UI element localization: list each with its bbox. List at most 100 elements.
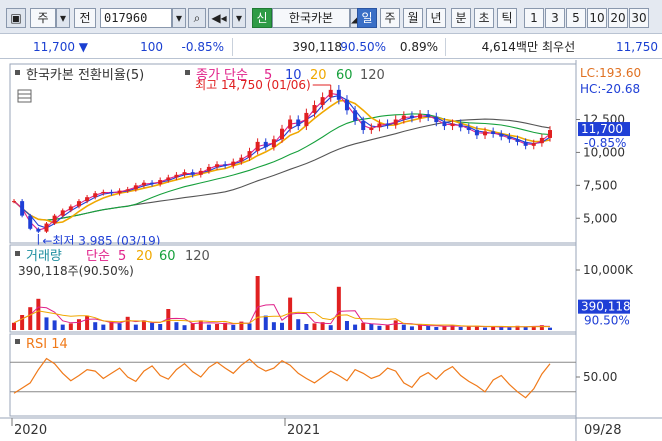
trade-amount: 4,614백만 <box>481 40 538 54</box>
legend-marker-icon <box>15 339 20 344</box>
period-tab-2[interactable]: 월 <box>403 8 423 28</box>
volume-bar <box>255 276 260 330</box>
candle-body <box>539 137 544 144</box>
period-tab-6[interactable]: 틱 <box>497 8 517 28</box>
volume-bar <box>101 324 106 330</box>
volume-bar <box>263 315 268 330</box>
volume-ma-legend-60: 60 <box>159 249 176 264</box>
current-pct-tag: -0.85% <box>584 136 626 150</box>
volume-bar <box>304 324 309 330</box>
volume-bar <box>328 325 333 330</box>
volume-bar <box>466 326 471 330</box>
interval-button-20[interactable]: 20 <box>608 8 628 28</box>
interval-button-5[interactable]: 5 <box>566 8 586 28</box>
period-tab-1[interactable]: 주 <box>380 8 400 28</box>
menu-dropdown-icon[interactable]: ▾ <box>232 8 246 28</box>
interval-button-10[interactable]: 10 <box>587 8 607 28</box>
candle-body <box>52 215 57 224</box>
candle-body <box>182 172 187 175</box>
price-axis-label-2: 7,500 <box>583 178 617 192</box>
panel-frame-2 <box>9 333 577 417</box>
volume-bar <box>369 324 374 330</box>
candle-body <box>93 193 98 198</box>
volume-bar <box>483 327 488 330</box>
speaker-icon[interactable]: ◀◂ <box>208 8 230 28</box>
candle-body <box>434 116 439 123</box>
candle-body <box>523 141 528 146</box>
market-dropdown-icon[interactable]: ▾ <box>56 8 70 28</box>
volume-bar <box>458 327 463 330</box>
x-axis-date: 09/28 <box>584 423 621 438</box>
candle-body <box>361 120 366 131</box>
candle-body <box>12 201 16 203</box>
candle-body <box>353 110 358 121</box>
volume-bar <box>280 322 284 330</box>
period-tab-3[interactable]: 년 <box>426 8 446 28</box>
volume-bar <box>174 322 179 330</box>
volume-bar <box>198 320 203 330</box>
volume-bar <box>401 324 406 330</box>
candle-body <box>304 112 309 127</box>
best-ask-price: 11,750 <box>616 40 658 54</box>
candle-body <box>125 189 130 191</box>
type-select[interactable]: 전 <box>74 8 96 28</box>
period-tab-5[interactable]: 초 <box>474 8 494 28</box>
interval-button-1[interactable]: 1 <box>524 8 544 28</box>
price-panel-title: 한국카본 전환비율(5) <box>26 68 144 83</box>
interval-button-3[interactable]: 3 <box>545 8 565 28</box>
volume-bar <box>28 307 33 330</box>
current-price: 11,700 ▼ <box>32 40 88 54</box>
period-tab-4[interactable]: 분 <box>451 8 471 28</box>
code-dropdown-icon[interactable]: ▾ <box>172 8 186 28</box>
candle-body <box>141 182 146 186</box>
candle-body <box>320 97 325 106</box>
candle-body <box>369 127 374 131</box>
interval-button-30[interactable]: 30 <box>629 8 649 28</box>
price-change: 100 <box>140 40 163 54</box>
candle-body <box>20 201 25 216</box>
search-icon[interactable]: ⌕ <box>188 8 206 28</box>
volume-panel-title: 거래량 <box>26 249 62 264</box>
legend-marker-icon <box>185 70 190 75</box>
candle-body <box>377 123 382 128</box>
candle-body <box>491 131 496 134</box>
volume-ma-legend-120: 120 <box>185 249 210 264</box>
market-select[interactable]: 주 <box>30 8 56 28</box>
volume-bar <box>158 324 163 330</box>
separator <box>232 38 233 56</box>
volume-bar <box>296 319 301 330</box>
candle-body <box>312 105 317 113</box>
volume-bar <box>76 319 81 330</box>
panel-toggle-icon[interactable]: ▣ <box>6 8 26 28</box>
legend-marker-icon <box>15 70 20 75</box>
candle-body <box>215 164 220 167</box>
volume-bar <box>182 325 187 330</box>
volume-bar <box>60 324 65 330</box>
period-tab-0[interactable]: 일 <box>357 8 377 28</box>
candle-body <box>328 89 333 98</box>
volume-panel: 거래량 단순 5 20 60 120 390,118주(90.50%) 10,000K 390,… <box>9 244 634 333</box>
lc-label: LC:193.60 <box>580 66 641 80</box>
candle-body <box>344 99 349 111</box>
candle-body <box>426 114 431 117</box>
candle-body <box>117 190 122 194</box>
volume-summary: 390,118주(90.50%) <box>18 264 134 278</box>
candle-body <box>44 223 49 232</box>
candle-body <box>231 161 236 166</box>
volume-bar <box>36 298 41 330</box>
stock-code-input[interactable]: 017960 <box>100 8 172 28</box>
ma-legend-60: 60 <box>336 68 353 83</box>
hc-label: HC:-20.68 <box>580 82 640 96</box>
new-badge[interactable]: 신 <box>252 8 272 28</box>
candle-body <box>336 89 341 100</box>
candle-body <box>499 133 504 137</box>
volume-bar <box>206 324 211 330</box>
volume-bar <box>361 322 366 330</box>
volume-bar <box>215 324 220 330</box>
candle-body <box>548 130 552 138</box>
volume-bar <box>271 322 276 330</box>
candle-body <box>401 115 406 120</box>
volume-bar <box>409 326 414 330</box>
candle-body <box>174 174 179 178</box>
candle-body <box>450 123 455 127</box>
